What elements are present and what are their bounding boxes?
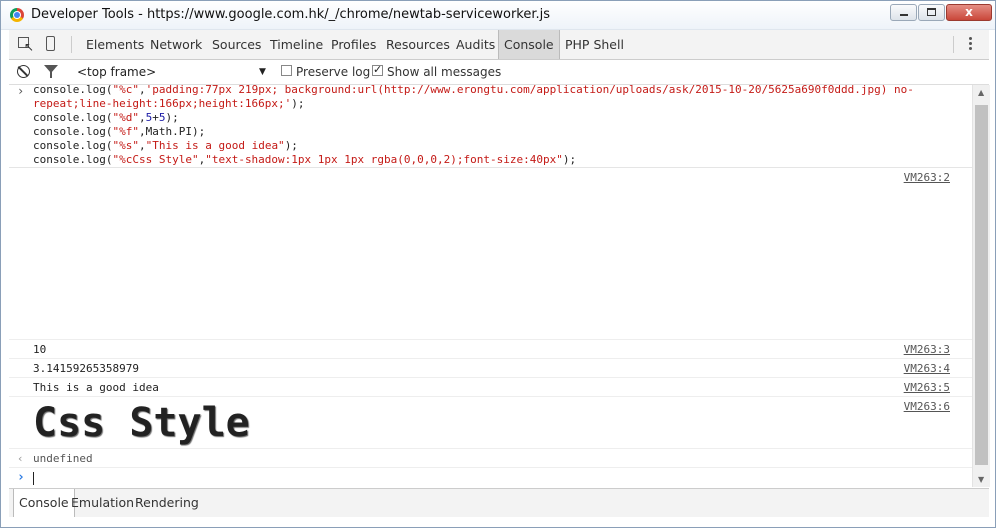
message-text: 10 <box>33 343 47 356</box>
code-line: console.log("%d",5+5); <box>33 111 179 124</box>
tab-profiles[interactable]: Profiles <box>331 30 376 59</box>
console-message: This is a good idea VM263:5 <box>9 378 972 397</box>
clear-console-icon[interactable] <box>17 65 30 78</box>
maximize-button[interactable] <box>918 4 945 21</box>
console-message: 10 VM263:3 <box>9 340 972 359</box>
devtools-window: Developer Tools - https://www.google.com… <box>0 0 996 528</box>
tab-sources[interactable]: Sources <box>212 30 261 59</box>
minimize-button[interactable] <box>890 4 917 21</box>
result-text: undefined <box>33 452 93 465</box>
source-link[interactable]: VM263:2 <box>904 171 950 185</box>
device-mode-icon[interactable] <box>43 36 59 52</box>
input-prompt-icon: › <box>17 470 25 485</box>
entered-code: › console.log("%c",'padding:77px 219px; … <box>9 85 972 168</box>
maximize-icon <box>927 8 936 16</box>
styled-message-text: Css Style <box>33 400 250 446</box>
chrome-logo-icon <box>10 8 24 22</box>
console-message-image: VM263:2 <box>9 168 972 340</box>
title-bar: Developer Tools - https://www.google.com… <box>1 1 995 30</box>
code-line: console.log("%s","This is a good idea"); <box>33 139 298 152</box>
toolbar-divider-right <box>953 36 954 53</box>
show-all-messages-label[interactable]: Show all messages <box>387 64 501 80</box>
tab-elements[interactable]: Elements <box>86 30 144 59</box>
drawer-tab-rendering[interactable]: Rendering <box>135 489 199 517</box>
message-text: This is a good idea <box>33 381 159 394</box>
inspect-element-icon[interactable]: ↖ <box>17 36 35 54</box>
code-line: console.log("%f",Math.PI); <box>33 125 206 138</box>
tab-audits[interactable]: Audits <box>456 30 495 59</box>
window-title: Developer Tools - https://www.google.com… <box>31 7 551 22</box>
filter-icon[interactable] <box>44 65 58 78</box>
console-filter-bar: <top frame> ▼ Preserve log Show all mess… <box>9 60 989 85</box>
minimize-icon <box>900 14 908 16</box>
console-result: ‹ undefined <box>9 449 972 468</box>
prompt-chevron-icon: › <box>17 85 25 98</box>
source-link[interactable]: VM263:3 <box>904 343 950 357</box>
chevron-down-icon[interactable]: ▼ <box>259 64 266 80</box>
inspect-arrow: ↖ <box>24 40 35 54</box>
console-prompt[interactable]: › <box>9 468 972 487</box>
close-icon: x <box>965 5 973 19</box>
more-menu-icon[interactable] <box>967 36 973 53</box>
scrollbar-thumb[interactable] <box>975 105 988 465</box>
tab-resources[interactable]: Resources <box>386 30 450 59</box>
text-caret <box>33 472 34 485</box>
source-link[interactable]: VM263:5 <box>904 381 950 395</box>
result-arrow-icon: ‹ <box>17 452 24 465</box>
preserve-log-label[interactable]: Preserve log <box>296 64 370 80</box>
phone-shape <box>46 36 55 51</box>
code-line: repeat;line-height:166px;height:166px;')… <box>33 97 305 110</box>
frame-selector[interactable]: <top frame> <box>77 64 272 80</box>
code-line: console.log("%c",'padding:77px 219px; ba… <box>33 85 914 96</box>
preserve-log-checkbox[interactable] <box>281 65 292 76</box>
drawer-tab-console[interactable]: Console <box>13 489 75 517</box>
vertical-scrollbar[interactable]: ▲ ▼ <box>972 85 990 487</box>
drawer-tab-emulation[interactable]: Emulation <box>71 489 134 517</box>
close-button[interactable]: x <box>946 4 992 21</box>
console-message-styled: Css Style VM263:6 <box>9 397 972 449</box>
devtools-toolbar: ↖ Elements Network Sources Timeline Prof… <box>9 30 989 60</box>
show-all-messages-checkbox[interactable] <box>372 63 383 76</box>
message-text: 3.14159265358979 <box>33 362 139 375</box>
scroll-down-icon[interactable]: ▼ <box>978 475 984 484</box>
toolbar-divider <box>71 36 72 53</box>
tab-console[interactable]: Console <box>498 30 560 59</box>
source-link[interactable]: VM263:6 <box>904 400 950 414</box>
console-output: › console.log("%c",'padding:77px 219px; … <box>9 85 972 487</box>
tab-network[interactable]: Network <box>150 30 202 59</box>
console-message: 3.14159265358979 VM263:4 <box>9 359 972 378</box>
code-line: console.log("%cCss Style","text-shadow:1… <box>33 153 577 166</box>
tab-timeline[interactable]: Timeline <box>270 30 323 59</box>
source-link[interactable]: VM263:4 <box>904 362 950 376</box>
scroll-up-icon[interactable]: ▲ <box>978 88 984 97</box>
tab-php-shell[interactable]: PHP Shell <box>565 30 624 59</box>
drawer-tabbar: Console Emulation Rendering <box>9 488 989 517</box>
